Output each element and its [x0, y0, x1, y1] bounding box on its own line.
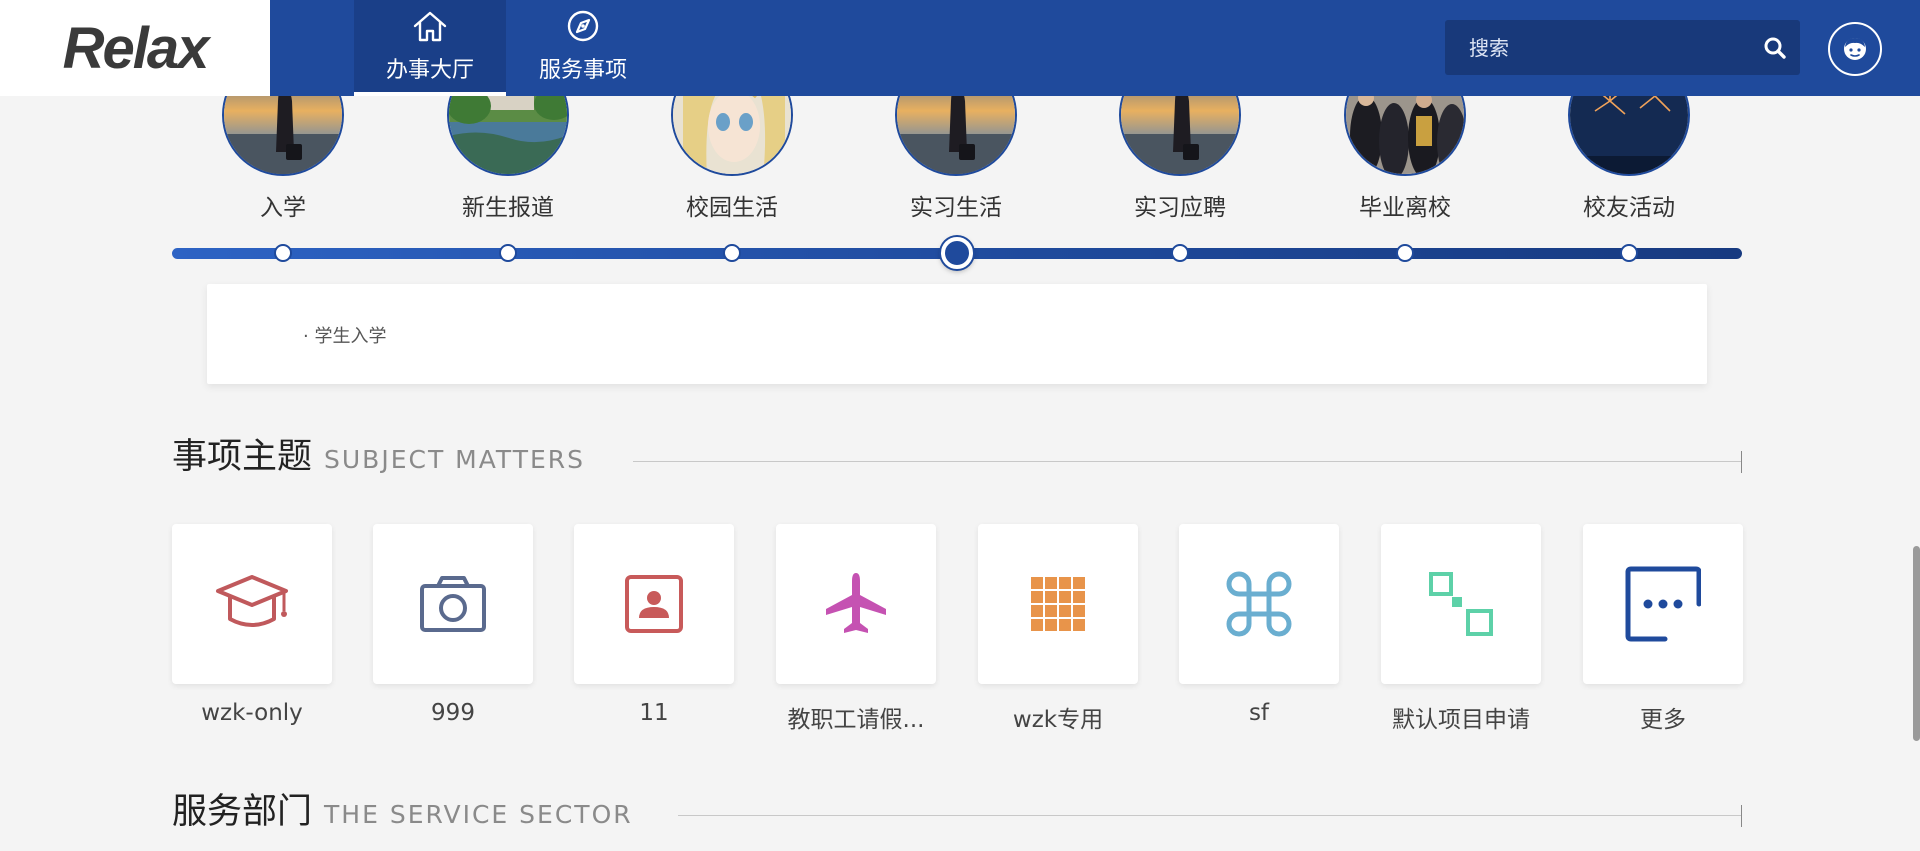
nav-item-label: 服务事项: [538, 58, 627, 83]
subject-tile[interactable]: wzk专用: [978, 524, 1138, 734]
nav-item-service-hall[interactable]: 办事大厅: [354, 0, 506, 96]
section-title-cn: 事项主题: [172, 437, 313, 477]
tile-card: [373, 524, 533, 684]
tile-card: [172, 524, 332, 684]
section-title-cn: 服务部门: [172, 792, 313, 832]
timeline-node[interactable]: [1171, 244, 1189, 262]
section-divider-end: [1741, 805, 1742, 827]
stage-label: 校园生活: [686, 195, 778, 221]
tile-label: 更多: [1640, 707, 1686, 733]
user-avatar-button[interactable]: [1828, 22, 1882, 76]
grid-icon: [1031, 577, 1085, 631]
subject-tile[interactable]: 教职工请假...: [776, 524, 936, 734]
timeline-node-active[interactable]: [941, 237, 973, 269]
tile-card: [978, 524, 1138, 684]
stage-label: 毕业离校: [1359, 195, 1451, 221]
section-divider-end: [1741, 451, 1742, 473]
search-input[interactable]: [1467, 34, 1750, 61]
contact-card-icon: [625, 575, 683, 633]
subject-tile[interactable]: sf: [1179, 524, 1339, 726]
stage-label: 实习应聘: [1134, 195, 1226, 221]
nav-item-service-items[interactable]: 服务事项: [507, 0, 659, 96]
tile-card: [1179, 524, 1339, 684]
timeline-node[interactable]: [1620, 244, 1638, 262]
timeline-node[interactable]: [1396, 244, 1414, 262]
tile-label: 默认项目申请: [1392, 707, 1530, 733]
tile-card: [776, 524, 936, 684]
logo[interactable]: Relax: [0, 0, 270, 96]
camera-icon: [420, 576, 486, 632]
tile-label: wzk专用: [1012, 707, 1104, 733]
workflow-icon: [1429, 572, 1493, 636]
logo-text: Relax: [62, 15, 210, 81]
nav-item-label: 办事大厅: [385, 58, 474, 83]
subject-tile[interactable]: 999: [373, 524, 533, 726]
graduation-cap-icon: [216, 575, 288, 627]
airplane-icon: [826, 573, 886, 633]
stage-label: 校友活动: [1583, 195, 1675, 221]
subject-tile[interactable]: wzk-only: [172, 524, 332, 726]
section-heading-subjects: 事项主题 SUBJECT MATTERS: [172, 440, 1742, 475]
search-button[interactable]: [1750, 20, 1800, 75]
home-icon: [413, 11, 447, 42]
timeline-node[interactable]: [723, 244, 741, 262]
timeline-node[interactable]: [499, 244, 517, 262]
section-heading-departments: 服务部门 THE SERVICE SECTOR: [172, 795, 1742, 830]
tile-label: sf: [1248, 700, 1270, 726]
search-icon: [1764, 37, 1786, 59]
stage-detail-card: · 学生入学: [207, 284, 1707, 384]
tile-label: wzk-only: [201, 700, 303, 726]
tile-label: 999: [431, 700, 475, 726]
tile-label: 教职工请假...: [787, 707, 925, 733]
section-divider: [633, 461, 1742, 462]
section-divider: [678, 815, 1742, 816]
tile-card: [1381, 524, 1541, 684]
stage-label: 入学: [260, 195, 306, 221]
top-header: Relax 办事大厅 服务事项: [0, 0, 1920, 96]
user-face-icon: [1844, 38, 1866, 60]
command-icon: [1226, 571, 1292, 637]
page-scrollbar[interactable]: [1912, 96, 1920, 851]
detail-item-link[interactable]: · 学生入学: [303, 322, 386, 348]
scrollbar-thumb[interactable]: [1913, 546, 1920, 741]
section-title-en: THE SERVICE SECTOR: [324, 800, 633, 829]
subject-tile[interactable]: 默认项目申请: [1381, 524, 1541, 734]
more-subjects-tile[interactable]: 更多: [1583, 524, 1743, 734]
subject-tile[interactable]: 11: [574, 524, 734, 726]
search-bar: [1445, 20, 1800, 75]
section-title-en: SUBJECT MATTERS: [324, 445, 586, 474]
stage-label: 实习生活: [910, 195, 1002, 221]
stage-label: 新生报道: [462, 195, 554, 221]
more-icon: [1625, 566, 1701, 642]
timeline-node[interactable]: [274, 244, 292, 262]
tile-card: [574, 524, 734, 684]
tile-card: [1583, 524, 1743, 684]
compass-icon: [567, 10, 599, 42]
tile-label: 11: [639, 700, 669, 726]
